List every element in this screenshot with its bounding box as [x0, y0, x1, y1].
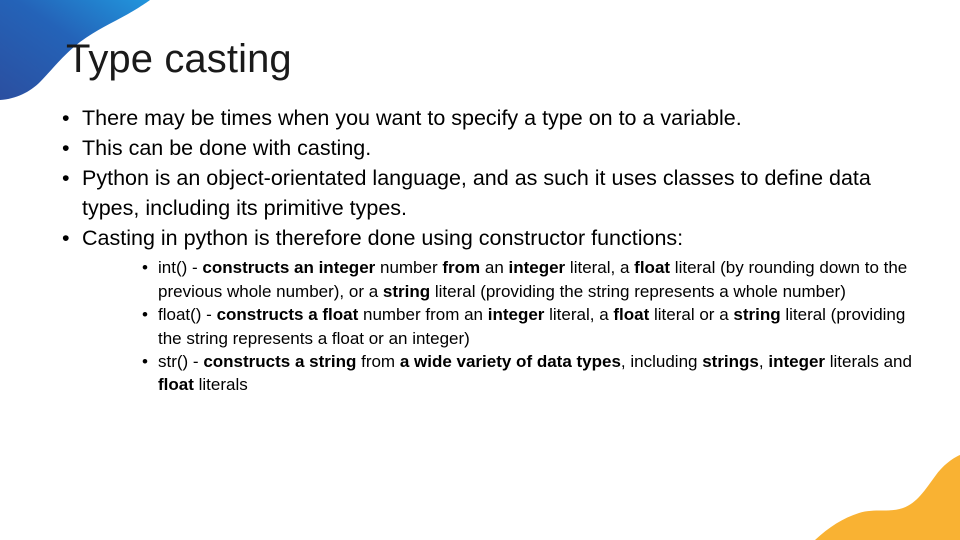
bullet-glyph: •	[142, 351, 148, 371]
list-item-text: str() - constructs a string from a wide …	[158, 351, 912, 395]
list-item: • int() - constructs an integer number f…	[142, 256, 916, 303]
list-item-text: Casting in python is therefore done usin…	[82, 225, 684, 250]
bullet-glyph: •	[142, 258, 148, 278]
bullet-glyph: •	[62, 225, 70, 250]
level2-bullet-list: • int() - constructs an integer number f…	[82, 256, 916, 397]
bullet-glyph: •	[62, 166, 70, 191]
slide-body: • There may be times when you want to sp…	[56, 104, 916, 398]
bullet-glyph: •	[62, 136, 70, 161]
bullet-glyph: •	[142, 305, 148, 325]
list-item: • This can be done with casting.	[56, 134, 916, 163]
list-item: • float() - constructs a float number fr…	[142, 303, 916, 350]
list-item-text: int() - constructs an integer number fro…	[158, 258, 908, 301]
bullet-glyph: •	[62, 106, 70, 130]
list-item: • Python is an object-orientated languag…	[56, 164, 916, 222]
list-item-text: This can be done with casting.	[82, 136, 372, 161]
level1-bullet-list: • There may be times when you want to sp…	[56, 104, 916, 397]
decorative-orange-swoosh-shape	[815, 455, 960, 540]
slide: Type casting • There may be times when y…	[0, 0, 960, 540]
list-item: • Casting in python is therefore done us…	[56, 224, 916, 397]
list-item-text: float() - constructs a float number from…	[158, 305, 906, 348]
list-item: • str() - constructs a string from a wid…	[142, 350, 916, 397]
page-title: Type casting	[66, 37, 292, 81]
list-item-text: Python is an object-orientated language,…	[82, 166, 871, 220]
list-item-text: There may be times when you want to spec…	[82, 106, 742, 130]
list-item: • There may be times when you want to sp…	[56, 104, 916, 133]
